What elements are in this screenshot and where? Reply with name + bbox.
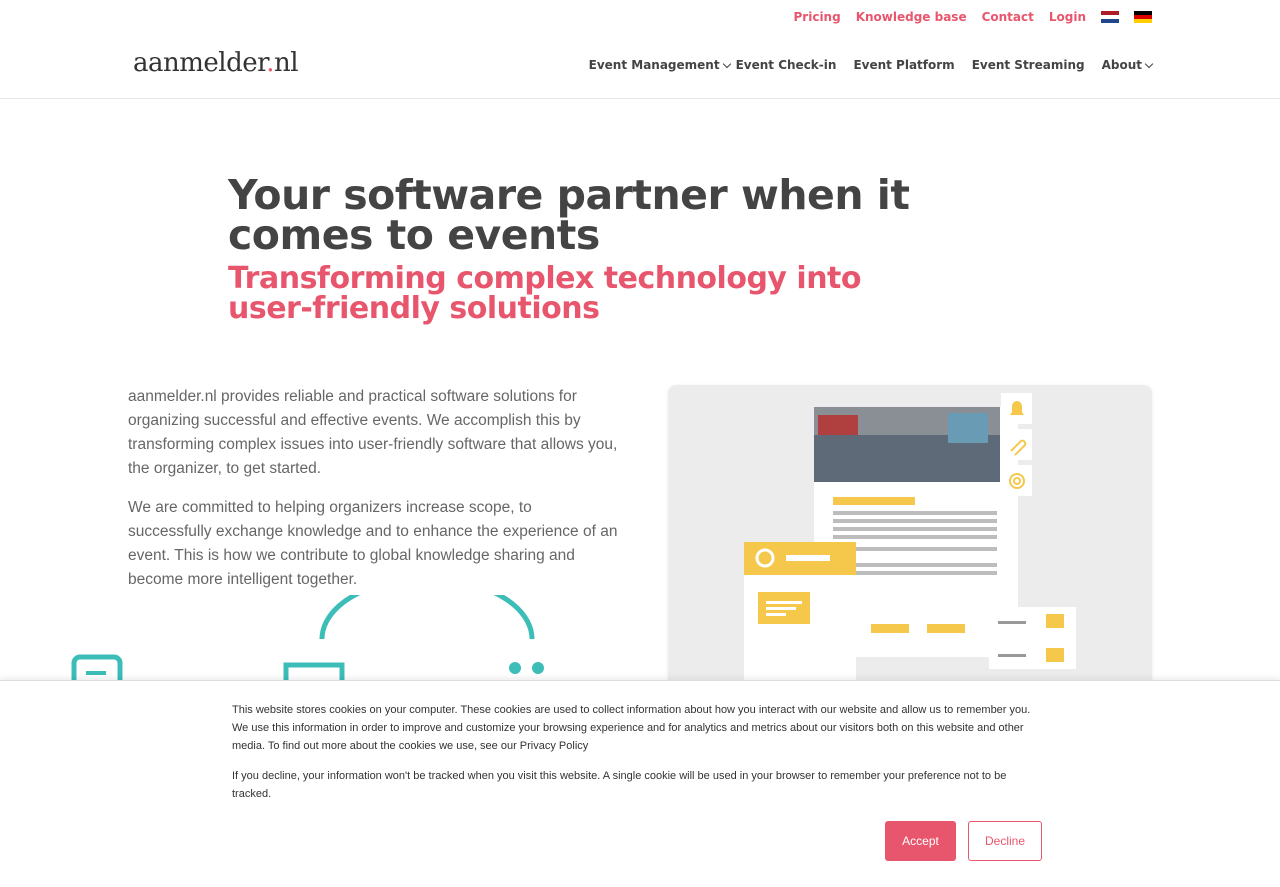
- logo-text: aanmelder: [133, 48, 267, 78]
- logo-tld: nl: [273, 48, 299, 78]
- knowledge-base-link[interactable]: Knowledge base: [856, 10, 967, 24]
- logo-dot: .: [266, 48, 274, 78]
- nav-label: Event Platform: [853, 58, 955, 72]
- login-link[interactable]: Login: [1049, 10, 1086, 24]
- nav-event-management[interactable]: Event Management: [588, 58, 731, 72]
- top-bar: Pricing Knowledge base Contact Login: [0, 0, 1280, 34]
- chevron-down-icon: [1144, 59, 1154, 68]
- de-flag-icon[interactable]: [1134, 11, 1152, 23]
- nav-event-checkin[interactable]: Event Check-in: [736, 58, 837, 72]
- header: aanmelder.nl Event Management Event Chec…: [0, 34, 1280, 99]
- top-links: Pricing Knowledge base Contact Login: [779, 10, 1152, 24]
- pricing-link[interactable]: Pricing: [794, 10, 841, 24]
- cookie-banner: This website stores cookies on your comp…: [0, 680, 1280, 887]
- cookie-text-decline-info: If you decline, your information won't b…: [232, 770, 1007, 800]
- arc-icon: [319, 575, 535, 640]
- main-nav: Event Management Event Check-in Event Pl…: [572, 58, 1154, 72]
- mission-paragraph: We are committed to helping organizers i…: [128, 499, 618, 588]
- decorative-icons: [60, 575, 620, 700]
- illustration-svg: [744, 393, 1076, 680]
- logo[interactable]: aanmelder.nl: [133, 48, 299, 78]
- decline-button[interactable]: Decline: [968, 821, 1042, 861]
- nav-label: Event Check-in: [735, 58, 837, 72]
- nl-flag-icon[interactable]: [1101, 11, 1119, 23]
- at-sign-icon: [1001, 465, 1032, 496]
- nav-event-streaming[interactable]: Event Streaming: [972, 58, 1085, 72]
- intro-paragraph: aanmelder.nl provides reliable and pract…: [128, 388, 618, 477]
- nav-label: Event Management: [588, 58, 720, 72]
- nav-label: About: [1101, 58, 1142, 72]
- nav-about[interactable]: About: [1101, 58, 1154, 72]
- accept-button[interactable]: Accept: [885, 821, 956, 861]
- chevron-down-icon: [722, 59, 731, 68]
- product-illustration: [668, 385, 1152, 680]
- page-subtitle: Transforming complex technology into use…: [228, 261, 862, 326]
- nav-event-platform[interactable]: Event Platform: [853, 58, 954, 72]
- nav-label: Event Streaming: [971, 58, 1085, 72]
- cookie-text-main: This website stores cookies on your comp…: [232, 704, 1031, 752]
- people-icon: [509, 662, 521, 674]
- page-title: Your software partner when it comes to e…: [228, 171, 910, 259]
- contact-link[interactable]: Contact: [982, 10, 1034, 24]
